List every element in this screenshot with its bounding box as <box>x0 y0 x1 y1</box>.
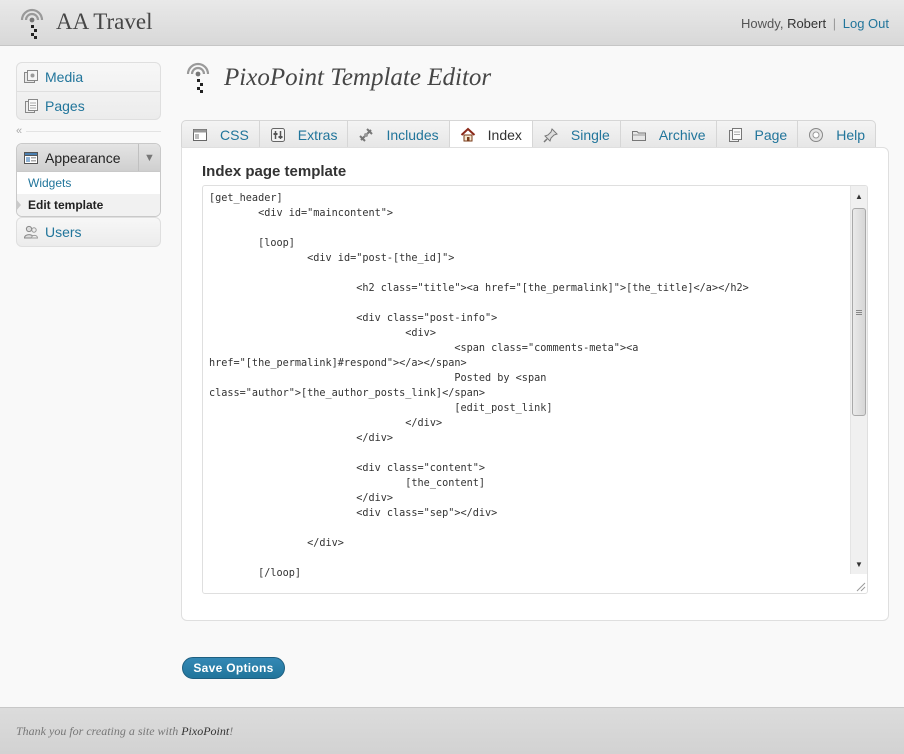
footer-text: Thank you for creating a site with PixoP… <box>16 724 233 739</box>
sidebar-item-label: Appearance <box>45 149 121 166</box>
appearance-icon <box>24 151 38 164</box>
user-info: Howdy, Robert | Log Out <box>741 16 889 31</box>
tab-includes[interactable]: Includes <box>348 120 450 148</box>
template-editor: ▲ ▼ <box>202 185 868 594</box>
scroll-up-icon[interactable]: ▲ <box>851 188 867 204</box>
sidebar-item-users[interactable]: Users <box>17 218 160 246</box>
footer-prefix: Thank you for creating a site with <box>16 724 182 738</box>
tab-label: Help <box>836 126 865 143</box>
pages-icon <box>25 98 38 113</box>
tab-label: CSS <box>220 126 249 143</box>
scroll-thumb[interactable] <box>852 208 866 416</box>
sidebar-item-label: Pages <box>45 97 85 114</box>
pixopoint-page-icon <box>186 62 210 93</box>
sidebar-menu-top: Media Pages <box>16 62 161 120</box>
sidebar-item-media[interactable]: Media <box>17 63 160 91</box>
tab-css[interactable]: CSS <box>181 120 260 148</box>
tab-help[interactable]: Help <box>798 120 876 148</box>
css-icon <box>193 128 207 141</box>
tab-index[interactable]: Index <box>449 120 533 149</box>
panel-heading: Index page template <box>202 163 347 180</box>
page-title: PixoPoint Template Editor <box>224 64 492 91</box>
sidebar-item-appearance[interactable]: Appearance ▼ <box>17 144 160 172</box>
footer-suffix: ! <box>229 724 234 738</box>
tab-label: Single <box>570 126 610 143</box>
pin-icon <box>543 127 558 143</box>
scroll-down-icon[interactable]: ▼ <box>851 556 867 572</box>
home-icon <box>460 127 475 142</box>
tab-page[interactable]: Page <box>716 120 799 148</box>
help-icon <box>809 127 824 142</box>
pixopoint-link[interactable]: PixoPoint <box>181 724 229 738</box>
sidebar-item-label: Media <box>45 69 84 85</box>
site-title-link[interactable]: AA Travel <box>56 9 153 35</box>
tab-single[interactable]: Single <box>532 120 621 148</box>
sidebar-divider <box>26 131 161 132</box>
tab-label: Extras <box>297 126 338 143</box>
sidebar-menu-bottom: Users <box>16 217 161 247</box>
page-icon <box>728 127 742 142</box>
user-info-separator: | <box>832 16 837 31</box>
folder-icon <box>631 130 646 141</box>
template-code-textarea[interactable] <box>203 186 848 591</box>
sidebar-item-label: Users <box>45 224 82 240</box>
template-panel: Index page template ▲ ▼ <box>181 147 889 621</box>
scroll-grip-icon <box>856 309 862 315</box>
tab-label: Page <box>754 126 788 143</box>
user-name-link[interactable]: Robert <box>787 16 826 31</box>
tab-label: Archive <box>658 126 706 143</box>
tab-archive[interactable]: Archive <box>620 120 717 148</box>
resize-handle-icon[interactable] <box>854 580 866 592</box>
tab-extras[interactable]: Extras <box>259 120 349 148</box>
submenu-toggle-icon[interactable]: ▼ <box>138 144 160 171</box>
users-icon <box>23 225 39 239</box>
sidebar-item-pages[interactable]: Pages <box>17 91 160 119</box>
tab-label: Includes <box>386 126 439 143</box>
save-options-button[interactable]: Save Options <box>182 657 285 679</box>
media-icon <box>24 70 38 83</box>
tab-label: Index <box>487 127 522 143</box>
extras-icon <box>270 127 285 142</box>
submenu-item-widgets[interactable]: Widgets <box>17 172 160 194</box>
submenu-item-edit-template[interactable]: Edit template <box>17 194 160 216</box>
includes-icon <box>359 127 374 142</box>
logout-link[interactable]: Log Out <box>843 16 889 31</box>
admin-header: AA Travel Howdy, Robert | Log Out <box>0 0 904 46</box>
greeting-text: Howdy, <box>741 16 784 31</box>
sidebar-group-appearance: Appearance ▼ Widgets Edit template <box>16 143 161 217</box>
admin-footer: Thank you for creating a site with PixoP… <box>0 707 904 754</box>
collapse-menu-icon[interactable]: « <box>16 125 22 137</box>
template-tabs: CSS Extras Includes Index Single Archive… <box>181 120 876 149</box>
pixopoint-logo-icon <box>20 8 44 39</box>
editor-scrollbar[interactable]: ▲ ▼ <box>850 186 867 574</box>
